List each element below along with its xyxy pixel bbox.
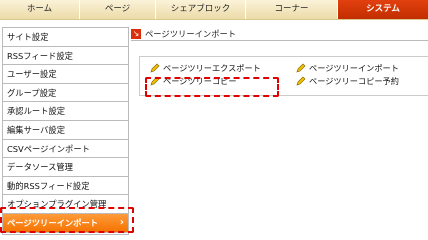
sidebar-item-csv-import[interactable]: CSVページインポート <box>3 140 128 159</box>
link-label: ページツリーインポート <box>309 63 399 73</box>
sidebar-item-dynamic-rss[interactable]: 動的RSSフィード設定 <box>3 177 128 196</box>
sidebar-item-approval-route[interactable]: 承認ルート設定 <box>3 102 128 121</box>
link-page-tree-export[interactable]: ページツリーエクスポート <box>150 62 261 74</box>
tab-page[interactable]: ページ <box>80 0 156 19</box>
tab-home[interactable]: ホーム <box>0 0 80 19</box>
main-panel: ↘ ページツリーインポート ページツリーエクスポート ページツリーコピー ページ… <box>131 27 428 235</box>
link-label: ページツリーエクスポート <box>163 63 261 73</box>
pencil-icon <box>296 63 306 73</box>
tab-corner[interactable]: コーナー <box>246 0 338 19</box>
highlight-copy-link <box>145 77 279 97</box>
link-page-tree-copy-schedule[interactable]: ページツリーコピー予約 <box>296 75 399 87</box>
sidebar-item-group-settings[interactable]: グループ設定 <box>3 84 128 103</box>
sidebar-item-site-settings[interactable]: サイト設定 <box>3 28 128 47</box>
breadcrumb: ↘ ページツリーインポート <box>131 27 428 41</box>
sidebar-item-rss-feed-settings[interactable]: RSSフィード設定 <box>3 47 128 66</box>
sidebar-item-datasource[interactable]: データソース管理 <box>3 158 128 177</box>
sidebar-item-user-settings[interactable]: ユーザー設定 <box>3 65 128 84</box>
page-title: ページツリーインポート <box>145 28 237 39</box>
highlight-sidebar-selection <box>0 207 134 233</box>
link-page-tree-import[interactable]: ページツリーインポート <box>296 62 399 74</box>
sidebar-item-edit-server[interactable]: 編集サーバ設定 <box>3 121 128 140</box>
tab-system[interactable]: システム <box>338 0 428 19</box>
top-navigation: ホーム ページ シェアブロック コーナー システム <box>0 0 428 20</box>
tab-shared-block[interactable]: シェアブロック <box>156 0 246 19</box>
pencil-icon <box>296 76 306 86</box>
link-label: ページツリーコピー予約 <box>309 76 399 86</box>
sidebar: サイト設定 RSSフィード設定 ユーザー設定 グループ設定 承認ルート設定 編集… <box>2 27 129 235</box>
pencil-icon <box>150 63 160 73</box>
arrow-down-right-icon: ↘ <box>131 28 141 39</box>
